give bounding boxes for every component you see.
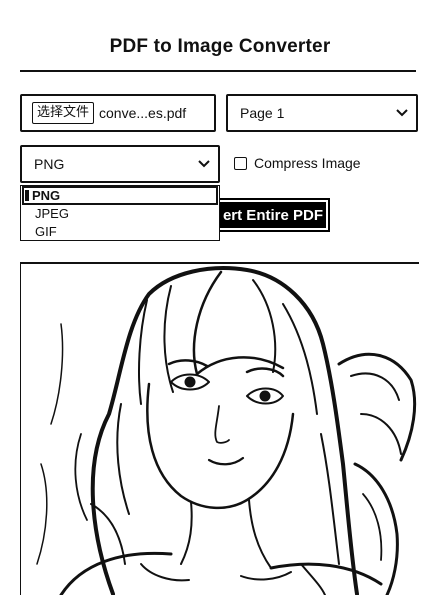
option-label: PNG: [32, 188, 61, 203]
title-divider: [20, 70, 416, 72]
chevron-down-icon: [198, 160, 210, 168]
compress-label: Compress Image: [254, 155, 361, 171]
page-title: PDF to Image Converter: [109, 36, 331, 57]
file-input[interactable]: 选择文件 conve...es.pdf: [20, 94, 216, 132]
convert-entire-pdf-button[interactable]: ert Entire PDF: [214, 198, 330, 232]
format-select[interactable]: PNG: [20, 145, 220, 183]
option-label: JPEG: [35, 206, 69, 221]
chevron-down-icon: [396, 109, 408, 117]
format-dropdown-list: PNG JPEG GIF: [20, 185, 220, 241]
format-select-value: PNG: [34, 156, 65, 172]
format-option-gif[interactable]: GIF: [21, 223, 219, 241]
choose-file-button[interactable]: 选择文件: [32, 102, 95, 124]
selected-marker: [25, 190, 29, 201]
page-select-value: Page 1: [240, 105, 285, 121]
compress-option[interactable]: Compress Image: [234, 155, 361, 171]
option-label: GIF: [35, 224, 57, 239]
selected-file-name: conve...es.pdf: [99, 105, 187, 121]
illustration-image: [36, 266, 417, 595]
format-option-png[interactable]: PNG: [22, 186, 218, 205]
page-select[interactable]: Page 1: [226, 94, 418, 132]
image-preview: [20, 262, 419, 595]
format-option-jpeg[interactable]: JPEG: [21, 205, 219, 223]
compress-checkbox[interactable]: [234, 156, 247, 170]
